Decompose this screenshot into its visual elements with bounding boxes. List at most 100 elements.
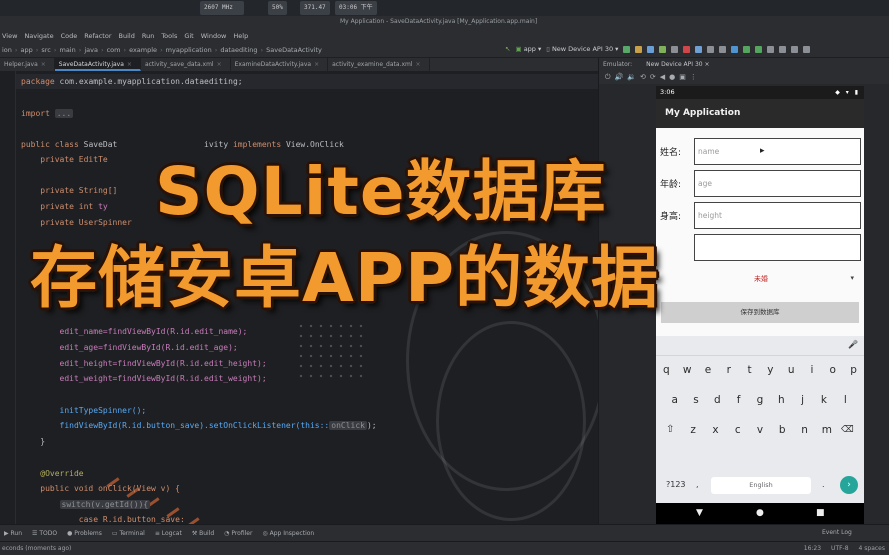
breadcrumb-item[interactable]: ion bbox=[2, 45, 12, 56]
key-z[interactable]: z bbox=[684, 424, 702, 436]
tool-profiler[interactable]: ◔ Profiler bbox=[224, 525, 252, 541]
key-b[interactable]: b bbox=[773, 424, 791, 436]
symbols-key[interactable]: ?123 bbox=[666, 480, 686, 489]
tool-app-inspection[interactable]: ◎ App Inspection bbox=[262, 525, 314, 541]
breadcrumb-item[interactable]: SaveDataActivity bbox=[266, 45, 322, 56]
stop-icon[interactable] bbox=[683, 45, 691, 53]
breadcrumb-item[interactable]: myapplication bbox=[166, 45, 212, 56]
back-icon[interactable]: ◀ bbox=[660, 73, 669, 81]
key-l[interactable]: l bbox=[836, 394, 854, 406]
space-key[interactable]: English bbox=[711, 477, 811, 494]
emulator-device-tab[interactable]: New Device API 30 × bbox=[646, 61, 709, 68]
file-encoding[interactable]: UTF-8 bbox=[831, 542, 849, 555]
key-k[interactable]: k bbox=[815, 394, 833, 406]
height-input[interactable]: height bbox=[694, 202, 861, 229]
menu-window[interactable]: Window bbox=[201, 30, 227, 43]
menu-run[interactable]: Run bbox=[142, 30, 154, 43]
more-icon[interactable]: ⋮ bbox=[690, 73, 701, 81]
menu-git[interactable]: Git bbox=[184, 30, 193, 43]
key-o[interactable]: o bbox=[824, 364, 842, 376]
tab-helper[interactable]: Helper.java × bbox=[0, 58, 55, 71]
marital-status-spinner[interactable]: 未婚 ▾ bbox=[664, 274, 854, 288]
indent-setting[interactable]: 4 spaces bbox=[859, 542, 885, 555]
settings-icon[interactable] bbox=[803, 45, 811, 53]
menu-help[interactable]: Help bbox=[233, 30, 248, 43]
home-icon[interactable]: ● bbox=[669, 73, 679, 81]
cursor-position[interactable]: 16:23 bbox=[804, 542, 821, 555]
weight-input[interactable] bbox=[694, 234, 861, 261]
key-r[interactable]: r bbox=[720, 364, 738, 376]
tab-examine-data-activity[interactable]: ExamineDataActivity.java × bbox=[231, 58, 329, 71]
vcs-update-icon[interactable] bbox=[731, 45, 739, 53]
key-p[interactable]: p bbox=[845, 364, 863, 376]
menu-tools[interactable]: Tools bbox=[161, 30, 177, 43]
recents-icon[interactable]: ■ bbox=[816, 508, 825, 518]
rotate-right-icon[interactable]: ⟳ bbox=[650, 73, 660, 81]
tool-problems[interactable]: ● Problems bbox=[67, 525, 102, 541]
breadcrumb-item[interactable]: main bbox=[59, 45, 75, 56]
volume-up-icon[interactable]: 🔊 bbox=[615, 73, 628, 81]
key-h[interactable]: h bbox=[772, 394, 790, 406]
hammer-icon[interactable]: ↖ bbox=[505, 45, 510, 53]
vcs-push-icon[interactable] bbox=[755, 45, 763, 53]
tool-event-log[interactable]: Event Log bbox=[822, 524, 852, 541]
tool-todo[interactable]: ☰ TODO bbox=[32, 525, 57, 541]
menu-refactor[interactable]: Refactor bbox=[84, 30, 111, 43]
menu-build[interactable]: Build bbox=[119, 30, 135, 43]
run-icon[interactable] bbox=[623, 45, 631, 53]
device-select[interactable]: ▯ New Device API 30 ▾ bbox=[546, 45, 618, 53]
attach-icon[interactable] bbox=[671, 45, 679, 53]
period-key[interactable]: . bbox=[822, 480, 825, 489]
tool-terminal[interactable]: ▭ Terminal bbox=[112, 525, 145, 541]
key-w[interactable]: w bbox=[678, 364, 696, 376]
shift-icon[interactable]: ⇧ bbox=[666, 424, 674, 435]
save-button[interactable]: 保存到数据库 bbox=[661, 302, 859, 323]
name-input[interactable]: name bbox=[694, 138, 861, 165]
key-y[interactable]: y bbox=[761, 364, 779, 376]
key-j[interactable]: j bbox=[794, 394, 812, 406]
debug-icon[interactable] bbox=[647, 45, 655, 53]
breadcrumb-item[interactable]: dataediting bbox=[220, 45, 257, 56]
key-q[interactable]: q bbox=[657, 364, 675, 376]
age-input[interactable]: age bbox=[694, 170, 861, 197]
breadcrumb-item[interactable]: src bbox=[41, 45, 51, 56]
avd-manager-icon[interactable] bbox=[707, 45, 715, 53]
vcs-commit-icon[interactable] bbox=[743, 45, 751, 53]
close-icon[interactable]: × bbox=[217, 61, 222, 68]
close-icon[interactable]: × bbox=[314, 61, 319, 68]
breadcrumb-item[interactable]: com bbox=[107, 45, 121, 56]
rotate-icon[interactable]: ⟲ bbox=[640, 73, 650, 81]
microphone-icon[interactable]: 🎤 bbox=[848, 340, 858, 349]
fold-marker[interactable]: ... bbox=[54, 109, 74, 118]
home-icon[interactable]: ● bbox=[756, 508, 764, 518]
tab-activity-save-data-xml[interactable]: activity_save_data.xml × bbox=[141, 58, 231, 71]
search-icon[interactable] bbox=[791, 45, 799, 53]
back-icon[interactable]: ▼ bbox=[696, 508, 703, 518]
key-t[interactable]: t bbox=[741, 364, 759, 376]
key-m[interactable]: m bbox=[818, 424, 836, 436]
tool-build[interactable]: ⚒ Build bbox=[192, 525, 214, 541]
revert-icon[interactable] bbox=[779, 45, 787, 53]
key-c[interactable]: c bbox=[729, 424, 747, 436]
key-g[interactable]: g bbox=[751, 394, 769, 406]
enter-key[interactable]: › bbox=[840, 476, 858, 494]
tool-run[interactable]: ▶ Run bbox=[4, 525, 22, 541]
backspace-icon[interactable]: ⌫ bbox=[841, 425, 854, 435]
key-i[interactable]: i bbox=[803, 364, 821, 376]
menu-code[interactable]: Code bbox=[61, 30, 78, 43]
sdk-manager-icon[interactable] bbox=[719, 45, 727, 53]
tab-save-data-activity[interactable]: SaveDataActivity.java × bbox=[54, 58, 141, 71]
profile-icon[interactable] bbox=[659, 45, 667, 53]
key-n[interactable]: n bbox=[796, 424, 814, 436]
apply-changes-icon[interactable] bbox=[635, 45, 643, 53]
key-s[interactable]: s bbox=[687, 394, 705, 406]
key-e[interactable]: e bbox=[699, 364, 717, 376]
sync-icon[interactable] bbox=[695, 45, 703, 53]
close-icon[interactable]: × bbox=[127, 61, 132, 68]
breadcrumb-item[interactable]: example bbox=[129, 45, 157, 56]
breadcrumb-item[interactable]: java bbox=[84, 45, 98, 56]
volume-down-icon[interactable]: 🔉 bbox=[627, 73, 640, 81]
key-u[interactable]: u bbox=[782, 364, 800, 376]
comma-key[interactable]: , bbox=[696, 480, 699, 489]
tab-activity-examine-data-xml[interactable]: activity_examine_data.xml × bbox=[328, 58, 430, 71]
